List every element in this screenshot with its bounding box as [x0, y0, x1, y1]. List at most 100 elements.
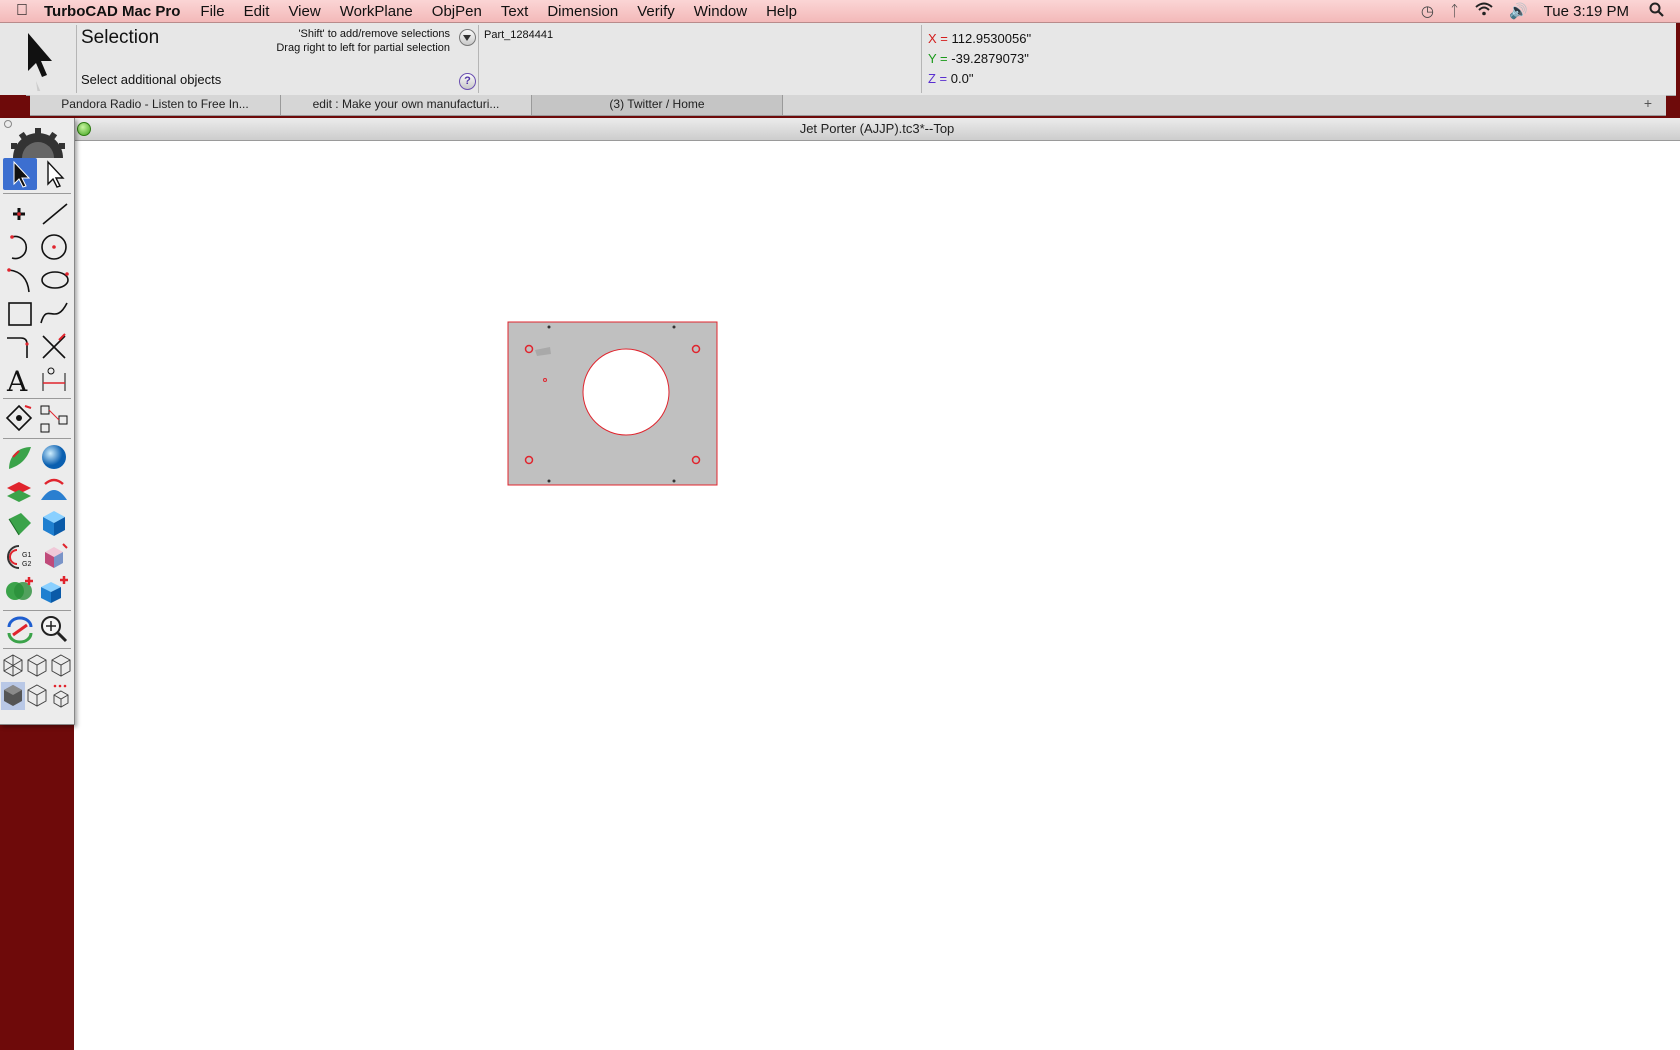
arc-tool[interactable]: [3, 231, 37, 263]
box-tool[interactable]: [37, 507, 71, 539]
menu-objpen[interactable]: ObjPen: [432, 3, 482, 20]
trim-icon: [42, 333, 66, 359]
volume-icon[interactable]: 🔊: [1509, 2, 1528, 20]
fillet-icon: [7, 337, 29, 358]
divider: [76, 25, 77, 93]
menu-view[interactable]: View: [288, 3, 320, 20]
direct-select-tool[interactable]: [37, 158, 71, 190]
hollow-arrow-icon: [47, 160, 65, 188]
apple-menu-icon[interactable]: : [0, 2, 44, 20]
tool-prompt: Select additional objects: [81, 72, 222, 87]
new-tab-icon[interactable]: +: [1644, 95, 1652, 111]
options-dropdown-button[interactable]: [459, 29, 476, 46]
extrude-tool[interactable]: [3, 474, 37, 506]
menu-verify[interactable]: Verify: [637, 3, 675, 20]
z-label: Z =: [928, 71, 948, 86]
zoom-button[interactable]: [77, 122, 91, 136]
view-mode-wireframe-icons[interactable]: [0, 651, 74, 681]
spotlight-icon[interactable]: [1649, 2, 1664, 21]
window-title: Jet Porter (AJJP).tc3*--Top: [799, 121, 955, 136]
menu-help[interactable]: Help: [766, 3, 797, 20]
circle-tool[interactable]: [37, 231, 71, 263]
z-value: 0.0": [950, 71, 974, 86]
drawing-window: Jet Porter (AJJP).tc3*--Top: [74, 118, 1680, 1050]
spline-tool[interactable]: [37, 297, 71, 329]
curve-icon: [7, 268, 30, 293]
gear-icon[interactable]: [8, 128, 68, 158]
menu-dimension[interactable]: Dimension: [547, 3, 618, 20]
sphere-tool[interactable]: [37, 441, 71, 473]
palette-divider: [3, 398, 71, 399]
zoom-tool[interactable]: [37, 613, 71, 645]
menu-workplane[interactable]: WorkPlane: [340, 3, 413, 20]
loft-tool[interactable]: [3, 507, 37, 539]
svg-text:A: A: [6, 365, 28, 395]
point-icon: [13, 208, 25, 220]
rectangle-icon: [8, 302, 32, 326]
box-icon: [43, 511, 65, 536]
gcode-tool[interactable]: G1 G2: [3, 540, 37, 572]
window-titlebar[interactable]: Jet Porter (AJJP).tc3*--Top: [74, 118, 1680, 141]
tab-edit[interactable]: edit : Make your own manufacturi...: [281, 95, 532, 115]
material-cube-icon: [45, 543, 68, 568]
transform-icon: [5, 404, 33, 432]
view-mode-render-icons[interactable]: [0, 681, 74, 711]
palette-divider: [3, 648, 71, 649]
app-menu[interactable]: TurboCAD Mac Pro: [44, 3, 180, 20]
palette-divider: [3, 610, 71, 611]
selection-arrow-icon: [28, 33, 52, 91]
dimension-icon: [42, 367, 66, 391]
point-tool[interactable]: [3, 198, 37, 230]
divider: [921, 25, 922, 93]
time-machine-icon[interactable]: ◷: [1421, 2, 1434, 20]
wifi-icon[interactable]: [1475, 2, 1493, 20]
menu-file[interactable]: File: [200, 3, 224, 20]
boolean-add-tool[interactable]: [3, 573, 37, 605]
menu-window[interactable]: Window: [694, 3, 747, 20]
array-tool[interactable]: [37, 402, 71, 434]
leaf-surface-icon: [9, 447, 31, 469]
center-hole[interactable]: [582, 348, 670, 436]
handle-point[interactable]: [672, 479, 676, 483]
select-tool[interactable]: [3, 158, 37, 190]
tab-twitter[interactable]: (3) Twitter / Home: [532, 95, 783, 115]
ellipse-tool[interactable]: [37, 264, 71, 296]
palette-divider: [3, 193, 71, 194]
menu-text[interactable]: Text: [501, 3, 529, 20]
y-label: Y =: [928, 51, 948, 66]
trim-tool[interactable]: [37, 330, 71, 362]
menu-bar:  TurboCAD Mac Pro File Edit View WorkPl…: [0, 0, 1680, 23]
3d-surface-tool[interactable]: [3, 441, 37, 473]
material-tool[interactable]: [37, 540, 71, 572]
line-tool[interactable]: [37, 198, 71, 230]
revolve-tool[interactable]: [37, 474, 71, 506]
curve-tool[interactable]: [3, 264, 37, 296]
selected-plate-part[interactable]: [507, 321, 718, 486]
status-menus: ◷ ᛏ 🔊 Tue 3:19 PM: [1421, 0, 1680, 22]
drawing-canvas[interactable]: [74, 141, 1680, 1050]
toolbox-palette: A G1 G2: [0, 118, 75, 725]
palette-divider: [3, 438, 71, 439]
transform-tool[interactable]: [3, 402, 37, 434]
handle-point[interactable]: [547, 479, 551, 483]
handle-point[interactable]: [672, 325, 676, 329]
bluetooth-icon[interactable]: ᛏ: [1450, 3, 1459, 20]
palette-close-button[interactable]: [4, 120, 12, 128]
text-tool[interactable]: A: [3, 363, 37, 398]
tab-pandora[interactable]: Pandora Radio - Listen to Free In...: [30, 95, 281, 115]
shift-hint: 'Shift' to add/remove selections: [298, 28, 450, 40]
array-icon: [40, 405, 68, 433]
browser-tab-strip: Pandora Radio - Listen to Free In... edi…: [30, 95, 1666, 116]
rectangle-tool[interactable]: [3, 297, 37, 329]
clock[interactable]: Tue 3:19 PM: [1544, 3, 1629, 20]
orbit-tool[interactable]: [3, 613, 37, 645]
add-solid-tool[interactable]: [37, 573, 71, 605]
menu-edit[interactable]: Edit: [244, 3, 270, 20]
dimension-tool[interactable]: [37, 363, 71, 395]
boolean-add-icon: [6, 577, 33, 600]
handle-point[interactable]: [547, 325, 551, 329]
fillet-tool[interactable]: [3, 330, 37, 362]
loft-icon: [8, 513, 31, 536]
help-button[interactable]: ?: [459, 73, 476, 90]
y-value: -39.2879073": [951, 51, 1029, 66]
